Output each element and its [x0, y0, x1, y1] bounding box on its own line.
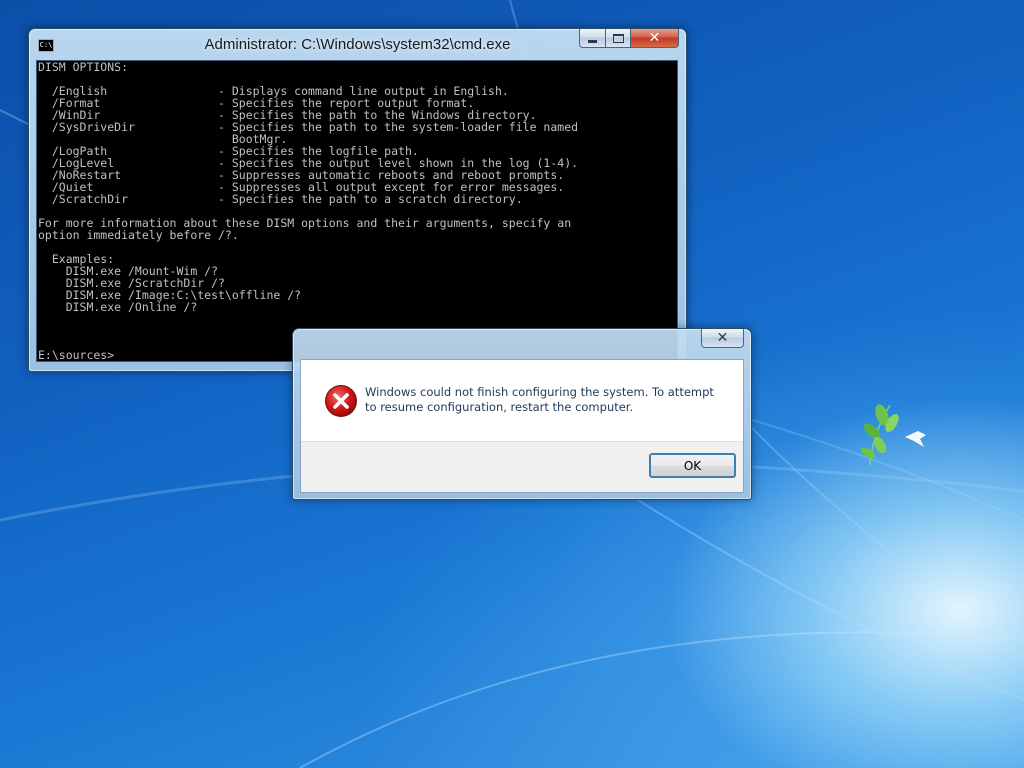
dialog-content: Windows could not finish configuring the… [300, 359, 744, 493]
dialog-message-area: Windows could not finish configuring the… [301, 360, 743, 444]
console-line: option immediately before /?. [38, 228, 239, 242]
minimize-button[interactable] [579, 29, 606, 48]
ok-button[interactable]: OK [649, 453, 736, 478]
cmd-window[interactable]: C:\ Administrator: C:\Windows\system32\c… [28, 28, 687, 372]
console-line: DISM.exe /Online /? [38, 300, 198, 314]
close-button[interactable]: ✕ [631, 29, 679, 48]
maximize-button[interactable] [606, 29, 631, 48]
maximize-icon [612, 33, 624, 43]
error-icon [325, 385, 357, 417]
dialog-footer: OK [301, 441, 743, 492]
error-dialog[interactable]: ✕ Windows could not finish configuring t… [292, 328, 752, 500]
dialog-close-button[interactable]: ✕ [701, 329, 744, 348]
close-icon: ✕ [716, 329, 729, 346]
cmd-titlebar[interactable]: C:\ Administrator: C:\Windows\system32\c… [29, 29, 686, 61]
console-output[interactable]: DISM OPTIONS: /English - Displays comman… [36, 60, 678, 362]
dialog-message: Windows could not finish configuring the… [365, 385, 714, 414]
wallpaper-bird-logo [860, 404, 926, 466]
cmd-caption-buttons: ✕ [579, 29, 679, 48]
close-icon: ✕ [648, 29, 661, 46]
console-line: DISM OPTIONS: [38, 60, 129, 74]
minimize-icon [588, 39, 597, 43]
console-line: /ScratchDir - Specifies the path to a sc… [38, 192, 523, 206]
